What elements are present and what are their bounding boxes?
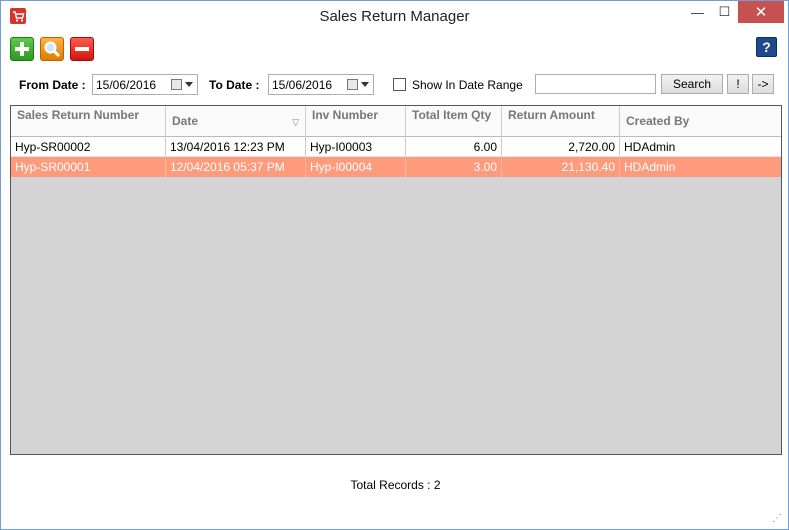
sales-return-manager-window: Sales Return Manager — ☐ ✕ ? From Date :… bbox=[0, 0, 789, 530]
grid-header: Sales Return Number Date ▽ Inv Number Tot… bbox=[11, 106, 781, 137]
search-button[interactable]: Search bbox=[661, 74, 723, 94]
column-header-inv-number[interactable]: Inv Number bbox=[306, 106, 406, 137]
chevron-down-icon[interactable] bbox=[185, 82, 193, 87]
column-header-date[interactable]: Date ▽ bbox=[166, 106, 306, 137]
cell-total-qty: 3.00 bbox=[406, 157, 502, 177]
cell-inv-number: Hyp-I00003 bbox=[306, 137, 406, 157]
cell-date: 13/04/2016 12:23 PM bbox=[166, 137, 306, 157]
column-header-return-number[interactable]: Sales Return Number bbox=[11, 106, 166, 137]
sort-arrow-icon: ▽ bbox=[292, 117, 299, 127]
column-header-total-qty[interactable]: Total Item Qty bbox=[406, 106, 502, 137]
column-header-created-by[interactable]: Created By bbox=[620, 106, 781, 137]
chevron-down-icon[interactable] bbox=[361, 82, 369, 87]
from-date-label: From Date : bbox=[19, 78, 86, 92]
cell-inv-number: Hyp-I00004 bbox=[306, 157, 406, 177]
window-title: Sales Return Manager bbox=[319, 8, 470, 25]
from-date-value: 15/06/2016 bbox=[96, 78, 157, 92]
sales-return-grid[interactable]: Sales Return Number Date ▽ Inv Number Tot… bbox=[10, 105, 782, 455]
column-header-return-amount[interactable]: Return Amount bbox=[502, 106, 620, 137]
from-date-picker[interactable]: 15/06/2016 bbox=[92, 74, 198, 95]
exclaim-button[interactable]: ! bbox=[727, 74, 749, 94]
total-records: Total Records : 2 bbox=[350, 478, 441, 492]
to-date-picker[interactable]: 15/06/2016 bbox=[268, 74, 374, 95]
maximize-button[interactable]: ☐ bbox=[711, 1, 738, 23]
cell-return-amount: 2,720.00 bbox=[502, 137, 620, 157]
minus-icon bbox=[75, 47, 89, 51]
calendar-icon[interactable] bbox=[347, 79, 358, 90]
plus-icon bbox=[15, 42, 29, 56]
cell-return-number: Hyp-SR00002 bbox=[11, 137, 166, 157]
minimize-button[interactable]: — bbox=[684, 1, 711, 23]
help-button[interactable]: ? bbox=[756, 37, 777, 57]
delete-button[interactable] bbox=[70, 37, 94, 61]
next-button[interactable]: -> bbox=[752, 74, 774, 94]
calendar-icon[interactable] bbox=[171, 79, 182, 90]
cell-return-amount: 21,130.40 bbox=[502, 157, 620, 177]
close-button[interactable]: ✕ bbox=[738, 1, 784, 23]
cell-total-qty: 6.00 bbox=[406, 137, 502, 157]
date-range-label: Show In Date Range bbox=[412, 78, 523, 92]
resize-grip-icon[interactable]: ⋰ bbox=[772, 513, 784, 525]
table-row[interactable]: Hyp-SR00002 13/04/2016 12:23 PM Hyp-I000… bbox=[11, 137, 781, 157]
cell-date: 12/04/2016 05:37 PM bbox=[166, 157, 306, 177]
cell-created-by: HDAdmin bbox=[624, 160, 676, 174]
title-bar: Sales Return Manager — ☐ ✕ bbox=[1, 1, 788, 31]
to-date-label: To Date : bbox=[209, 78, 260, 92]
date-range-checkbox[interactable] bbox=[393, 78, 406, 91]
add-button[interactable] bbox=[10, 37, 34, 61]
search-tool-button[interactable] bbox=[40, 37, 64, 61]
search-input[interactable] bbox=[535, 74, 656, 94]
cell-return-number: Hyp-SR00001 bbox=[11, 157, 166, 177]
cell-created-by: HDAdmin bbox=[624, 140, 676, 154]
table-row-selected[interactable]: Hyp-SR00001 12/04/2016 05:37 PM Hyp-I000… bbox=[11, 157, 781, 177]
magnifier-icon bbox=[44, 41, 61, 58]
to-date-value: 15/06/2016 bbox=[272, 78, 333, 92]
